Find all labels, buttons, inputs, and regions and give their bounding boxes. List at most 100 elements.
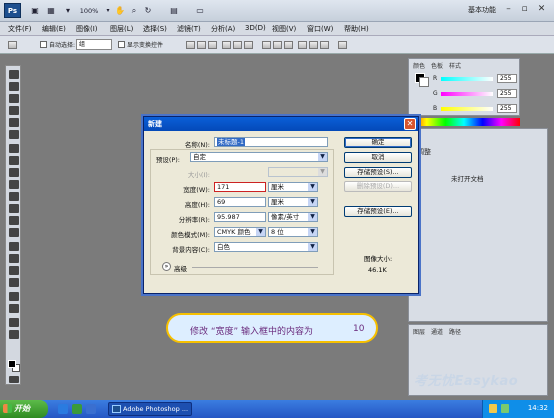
distribute-bottom-icon[interactable] [284,41,293,49]
quick-mask-icon[interactable] [9,376,19,383]
distribute-vcenter-icon[interactable] [273,41,282,49]
distribute-top-icon[interactable] [262,41,271,49]
tab-channels[interactable]: 通道 [431,327,443,336]
align-right-icon[interactable] [244,41,253,49]
quick-select-tool-icon[interactable] [9,106,19,115]
save-preset-button[interactable]: 存储预设(S)... [344,167,412,178]
bit-depth-dropdown[interactable]: 8 位 ▼ [268,227,318,237]
distribute-right-icon[interactable] [320,41,329,49]
pen-tool-icon[interactable] [9,242,19,251]
close-icon[interactable]: ✕ [404,118,416,130]
rotate-icon[interactable]: ↻ [142,4,154,18]
menu-help[interactable]: 帮助(H) [344,24,369,34]
menu-window[interactable]: 窗口(W) [307,24,333,34]
align-bottom-icon[interactable] [208,41,217,49]
channel-g-slider[interactable] [441,92,493,96]
ime-icon[interactable] [489,404,497,413]
menu-analysis[interactable]: 分析(A) [211,24,235,34]
move-tool-icon[interactable] [9,70,19,79]
minimize-icon[interactable]: – [502,4,515,16]
cancel-button[interactable]: 取消 [344,152,412,163]
tab-layers[interactable]: 图层 [413,327,425,336]
menu-select[interactable]: 选择(S) [143,24,167,34]
healing-brush-tool-icon[interactable] [9,144,19,153]
history-brush-tool-icon[interactable] [9,180,19,189]
preset-dropdown[interactable]: 自定 ▼ [190,152,328,162]
show-transform-checkbox[interactable] [118,41,125,48]
align-top-icon[interactable] [186,41,195,49]
channel-b-input[interactable]: 255 [497,104,517,113]
type-tool-icon[interactable] [9,254,19,263]
zoom-icon[interactable]: ⌕ [128,4,140,18]
tab-swatches[interactable]: 色板 [431,61,443,70]
tab-color[interactable]: 颜色 [413,61,425,70]
channel-g-input[interactable]: 255 [497,89,517,98]
eraser-tool-icon[interactable] [9,192,19,201]
distribute-left-icon[interactable] [298,41,307,49]
shape-tool-icon[interactable] [9,278,19,287]
restore-icon[interactable]: ▫ [518,4,531,16]
distribute-hcenter-icon[interactable] [309,41,318,49]
move-tool-preset-icon[interactable] [8,41,17,49]
tab-paths[interactable]: 路径 [449,327,461,336]
align-vcenter-icon[interactable] [197,41,206,49]
arrange-icon[interactable]: ▤ [166,4,182,18]
channel-b-slider[interactable] [441,107,493,111]
channel-r-slider[interactable] [441,77,493,81]
hand-icon[interactable]: ✋ [114,4,126,18]
zoom-dropdown-icon[interactable]: ▾ [104,4,112,18]
clone-stamp-tool-icon[interactable] [9,168,19,177]
color-mode-dropdown[interactable]: CMYK 颜色 ▼ [214,227,266,237]
marquee-tool-icon[interactable] [9,82,19,91]
resolution-unit-dropdown[interactable]: 像素/英寸 ▼ [268,212,318,222]
device-central-button[interactable]: 存储预设(E)... [344,206,412,217]
auto-select-checkbox[interactable] [40,41,47,48]
bridge-icon[interactable]: ▣ [28,4,42,18]
advanced-toggle-icon[interactable]: » [162,262,171,271]
name-input[interactable]: 未标题-1 [214,137,328,147]
menu-edit[interactable]: 编辑(E) [42,24,66,34]
workspace-switcher[interactable]: 基本功能 [468,5,496,15]
height-unit-dropdown[interactable]: 厘米 ▼ [268,197,318,207]
channel-r-input[interactable]: 255 [497,74,517,83]
zoom-tool-icon[interactable] [9,330,19,339]
foreground-color-swatch[interactable] [8,360,16,368]
height-input[interactable]: 69 [214,197,266,207]
align-left-icon[interactable] [222,41,231,49]
brush-tool-icon[interactable] [9,156,19,165]
close-icon[interactable]: ✕ [535,4,548,16]
menu-view[interactable]: 视图(V) [272,24,296,34]
menu-file[interactable]: 文件(F) [8,24,32,34]
ok-button[interactable]: 确定 [344,137,412,148]
zoom-level[interactable]: 100% [76,4,102,18]
crop-tool-icon[interactable] [9,118,19,127]
tab-styles[interactable]: 样式 [449,61,461,70]
3d-rotate-tool-icon[interactable] [9,292,19,301]
auto-select-dropdown[interactable]: 组 [76,39,112,50]
resolution-input[interactable]: 95.987 [214,212,266,222]
guides-icon[interactable]: ▾ [62,4,74,18]
3d-orbit-tool-icon[interactable] [9,304,19,313]
auto-align-icon[interactable] [338,41,347,49]
excel-icon[interactable] [72,404,82,414]
hand-tool-icon[interactable] [9,318,19,327]
lasso-tool-icon[interactable] [9,94,19,103]
menu-layer[interactable]: 图层(L) [110,24,133,34]
menu-3d[interactable]: 3D(D) [245,24,266,32]
color-ramp[interactable] [408,118,520,126]
width-unit-dropdown[interactable]: 厘米 ▼ [268,182,318,192]
word-icon[interactable] [86,404,96,414]
taskbar-photoshop-button[interactable]: Adobe Photoshop ... [108,402,192,416]
screen-mode-icon[interactable]: ▭ [192,4,208,18]
align-hcenter-icon[interactable] [233,41,242,49]
path-select-tool-icon[interactable] [9,266,19,275]
background-dropdown[interactable]: 白色 ▼ [214,242,318,252]
width-input[interactable]: 171 [214,182,266,192]
ie-icon[interactable] [58,404,68,414]
eyedropper-tool-icon[interactable] [9,130,19,139]
bg-color-chip[interactable] [419,77,429,87]
menu-filter[interactable]: 滤镜(T) [177,24,201,34]
minibridge-icon[interactable]: ▦ [44,4,58,18]
start-button[interactable]: 开始 [0,400,48,418]
blur-tool-icon[interactable] [9,216,19,225]
